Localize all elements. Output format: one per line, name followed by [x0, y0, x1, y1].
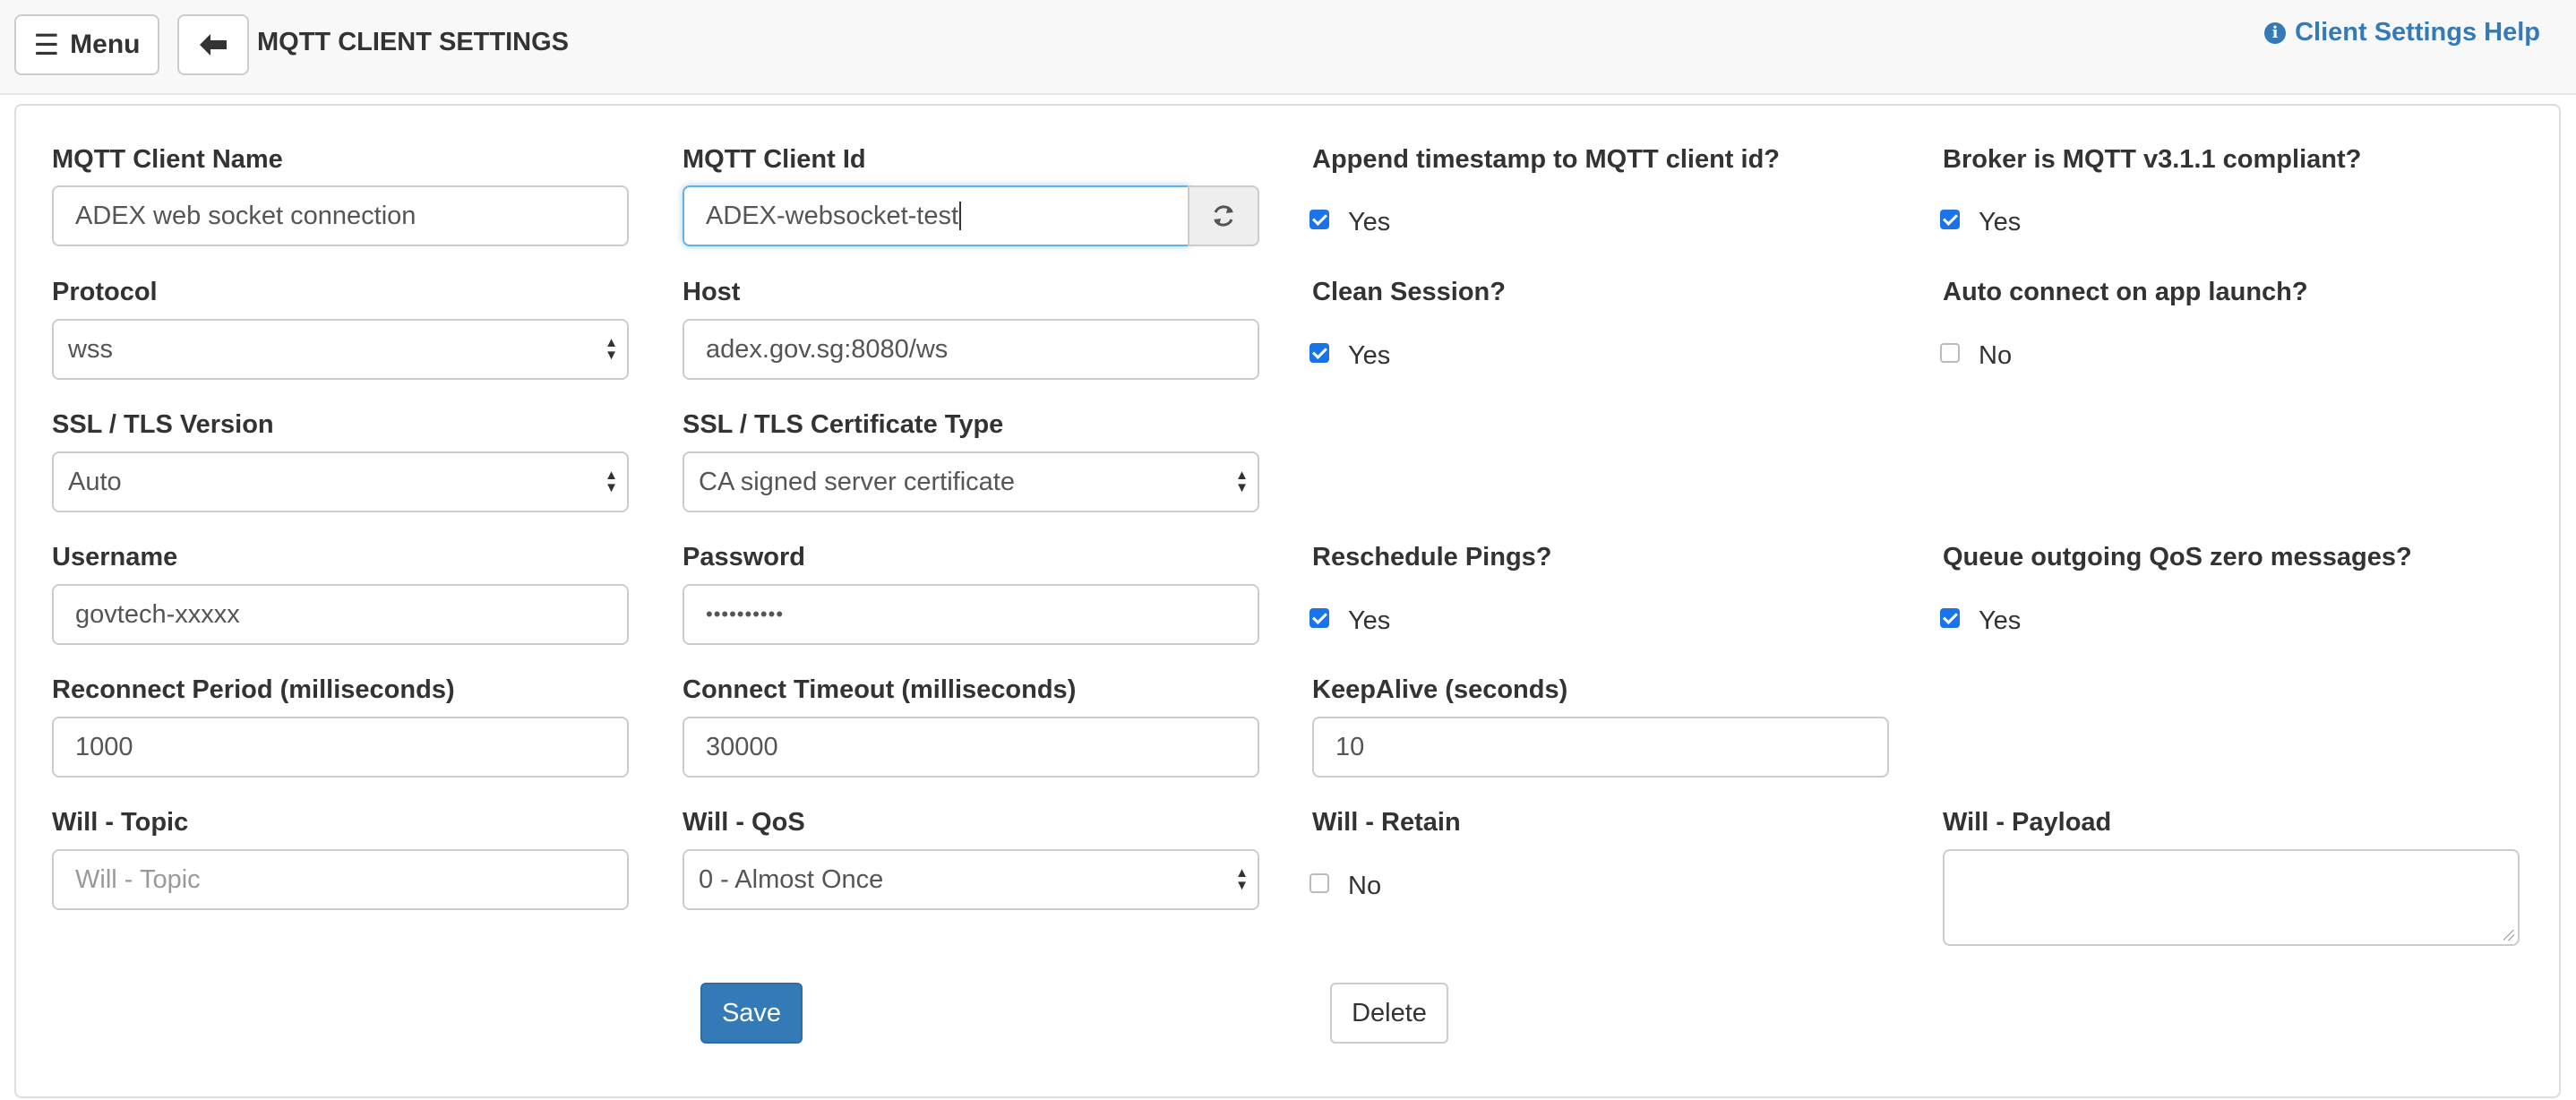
info-circle-icon: i	[2264, 21, 2287, 44]
menu-button-label: Menu	[70, 30, 141, 59]
save-button[interactable]: Save	[700, 983, 803, 1044]
reconnect-period-input[interactable]: 1000	[52, 717, 629, 778]
will-topic-placeholder: Will - Topic	[75, 864, 201, 894]
hamburger-icon: ☰	[33, 29, 60, 61]
delete-button[interactable]: Delete	[1330, 983, 1448, 1044]
client-id-value: ADEX-websocket-test	[706, 201, 959, 230]
will-qos-value: 0 - Almost Once	[699, 864, 884, 894]
keepalive-input[interactable]: 10	[1312, 717, 1889, 778]
username-label: Username	[52, 543, 178, 571]
ssl-version-value: Auto	[68, 467, 122, 496]
page-title: MQTT CLIENT SETTINGS	[257, 28, 569, 56]
connect-timeout-input[interactable]: 30000	[683, 717, 1259, 778]
username-input[interactable]: govtech-xxxxx	[52, 584, 629, 645]
reschedule-pings-checkbox[interactable]	[1309, 608, 1329, 628]
client-id-label: MQTT Client Id	[683, 145, 866, 174]
broker-compliant-option: Yes	[1979, 208, 2022, 236]
will-payload-textarea[interactable]	[1943, 849, 2520, 946]
clean-session-option: Yes	[1348, 341, 1391, 370]
auto-connect-checkbox[interactable]	[1940, 343, 1960, 363]
password-value: ••••••••••	[706, 603, 785, 625]
will-qos-label: Will - QoS	[683, 808, 805, 837]
protocol-value: wss	[68, 334, 113, 364]
queue-qos-zero-option: Yes	[1979, 606, 2022, 635]
top-navbar: ☰ Menu MQTT CLIENT SETTINGS i Client Set…	[0, 0, 2576, 95]
cert-type-label: SSL / TLS Certificate Type	[683, 410, 1004, 439]
resize-grip-icon[interactable]	[2503, 930, 2514, 941]
select-arrows-icon: ▲ ▼	[1235, 865, 1249, 893]
cert-type-value: CA signed server certificate	[699, 467, 1015, 496]
reconnect-period-label: Reconnect Period (milliseconds)	[52, 675, 455, 704]
queue-qos-zero-checkbox[interactable]	[1940, 608, 1960, 628]
help-link-label: Client Settings Help	[2295, 18, 2540, 47]
clean-session-label: Clean Session?	[1312, 278, 1506, 306]
host-input[interactable]: adex.gov.sg:8080/ws	[683, 319, 1259, 380]
reconnect-period-value: 1000	[75, 732, 133, 761]
menu-button[interactable]: ☰ Menu	[14, 14, 159, 75]
will-topic-label: Will - Topic	[52, 808, 189, 837]
will-payload-label: Will - Payload	[1943, 808, 2112, 837]
reschedule-pings-option: Yes	[1348, 606, 1391, 635]
password-input[interactable]: ••••••••••	[683, 584, 1259, 645]
will-retain-checkbox[interactable]	[1309, 873, 1329, 893]
broker-compliant-label: Broker is MQTT v3.1.1 compliant?	[1943, 145, 2362, 174]
cert-type-select[interactable]: CA signed server certificate ▲ ▼	[683, 451, 1259, 512]
will-topic-input[interactable]: Will - Topic	[52, 849, 629, 910]
will-retain-label: Will - Retain	[1312, 808, 1461, 837]
select-arrows-icon: ▲ ▼	[1235, 468, 1249, 495]
select-arrows-icon: ▲ ▼	[605, 468, 618, 495]
host-label: Host	[683, 278, 741, 306]
client-id-input[interactable]: ADEX-websocket-test	[683, 185, 1189, 246]
auto-connect-label: Auto connect on app launch?	[1943, 278, 2308, 306]
client-name-label: MQTT Client Name	[52, 145, 283, 174]
refresh-client-id-button[interactable]	[1188, 185, 1259, 246]
queue-qos-zero-label: Queue outgoing QoS zero messages?	[1943, 543, 2412, 571]
will-retain-option: No	[1348, 872, 1382, 900]
connect-timeout-value: 30000	[706, 732, 778, 761]
text-cursor	[959, 202, 962, 230]
reschedule-pings-label: Reschedule Pings?	[1312, 543, 1552, 571]
client-settings-help-link[interactable]: i Client Settings Help	[2264, 18, 2540, 47]
connect-timeout-label: Connect Timeout (milliseconds)	[683, 675, 1077, 704]
protocol-label: Protocol	[52, 278, 158, 306]
ssl-version-label: SSL / TLS Version	[52, 410, 274, 439]
ssl-version-select[interactable]: Auto ▲ ▼	[52, 451, 629, 512]
append-timestamp-option: Yes	[1348, 208, 1391, 236]
keepalive-value: 10	[1335, 732, 1365, 761]
arrow-left-icon	[200, 34, 227, 56]
host-value: adex.gov.sg:8080/ws	[706, 334, 949, 364]
append-timestamp-checkbox[interactable]	[1309, 210, 1329, 229]
protocol-select[interactable]: wss ▲ ▼	[52, 319, 629, 380]
username-value: govtech-xxxxx	[75, 599, 240, 629]
select-arrows-icon: ▲ ▼	[605, 335, 618, 363]
refresh-icon	[1214, 205, 1233, 227]
client-name-value: ADEX web socket connection	[75, 201, 416, 230]
append-timestamp-label: Append timestamp to MQTT client id?	[1312, 145, 1780, 174]
broker-compliant-checkbox[interactable]	[1940, 210, 1960, 229]
back-button[interactable]	[177, 14, 249, 75]
auto-connect-option: No	[1979, 341, 2013, 370]
keepalive-label: KeepAlive (seconds)	[1312, 675, 1568, 704]
password-label: Password	[683, 543, 805, 571]
will-qos-select[interactable]: 0 - Almost Once ▲ ▼	[683, 849, 1259, 910]
client-name-input[interactable]: ADEX web socket connection	[52, 185, 629, 246]
clean-session-checkbox[interactable]	[1309, 343, 1329, 363]
